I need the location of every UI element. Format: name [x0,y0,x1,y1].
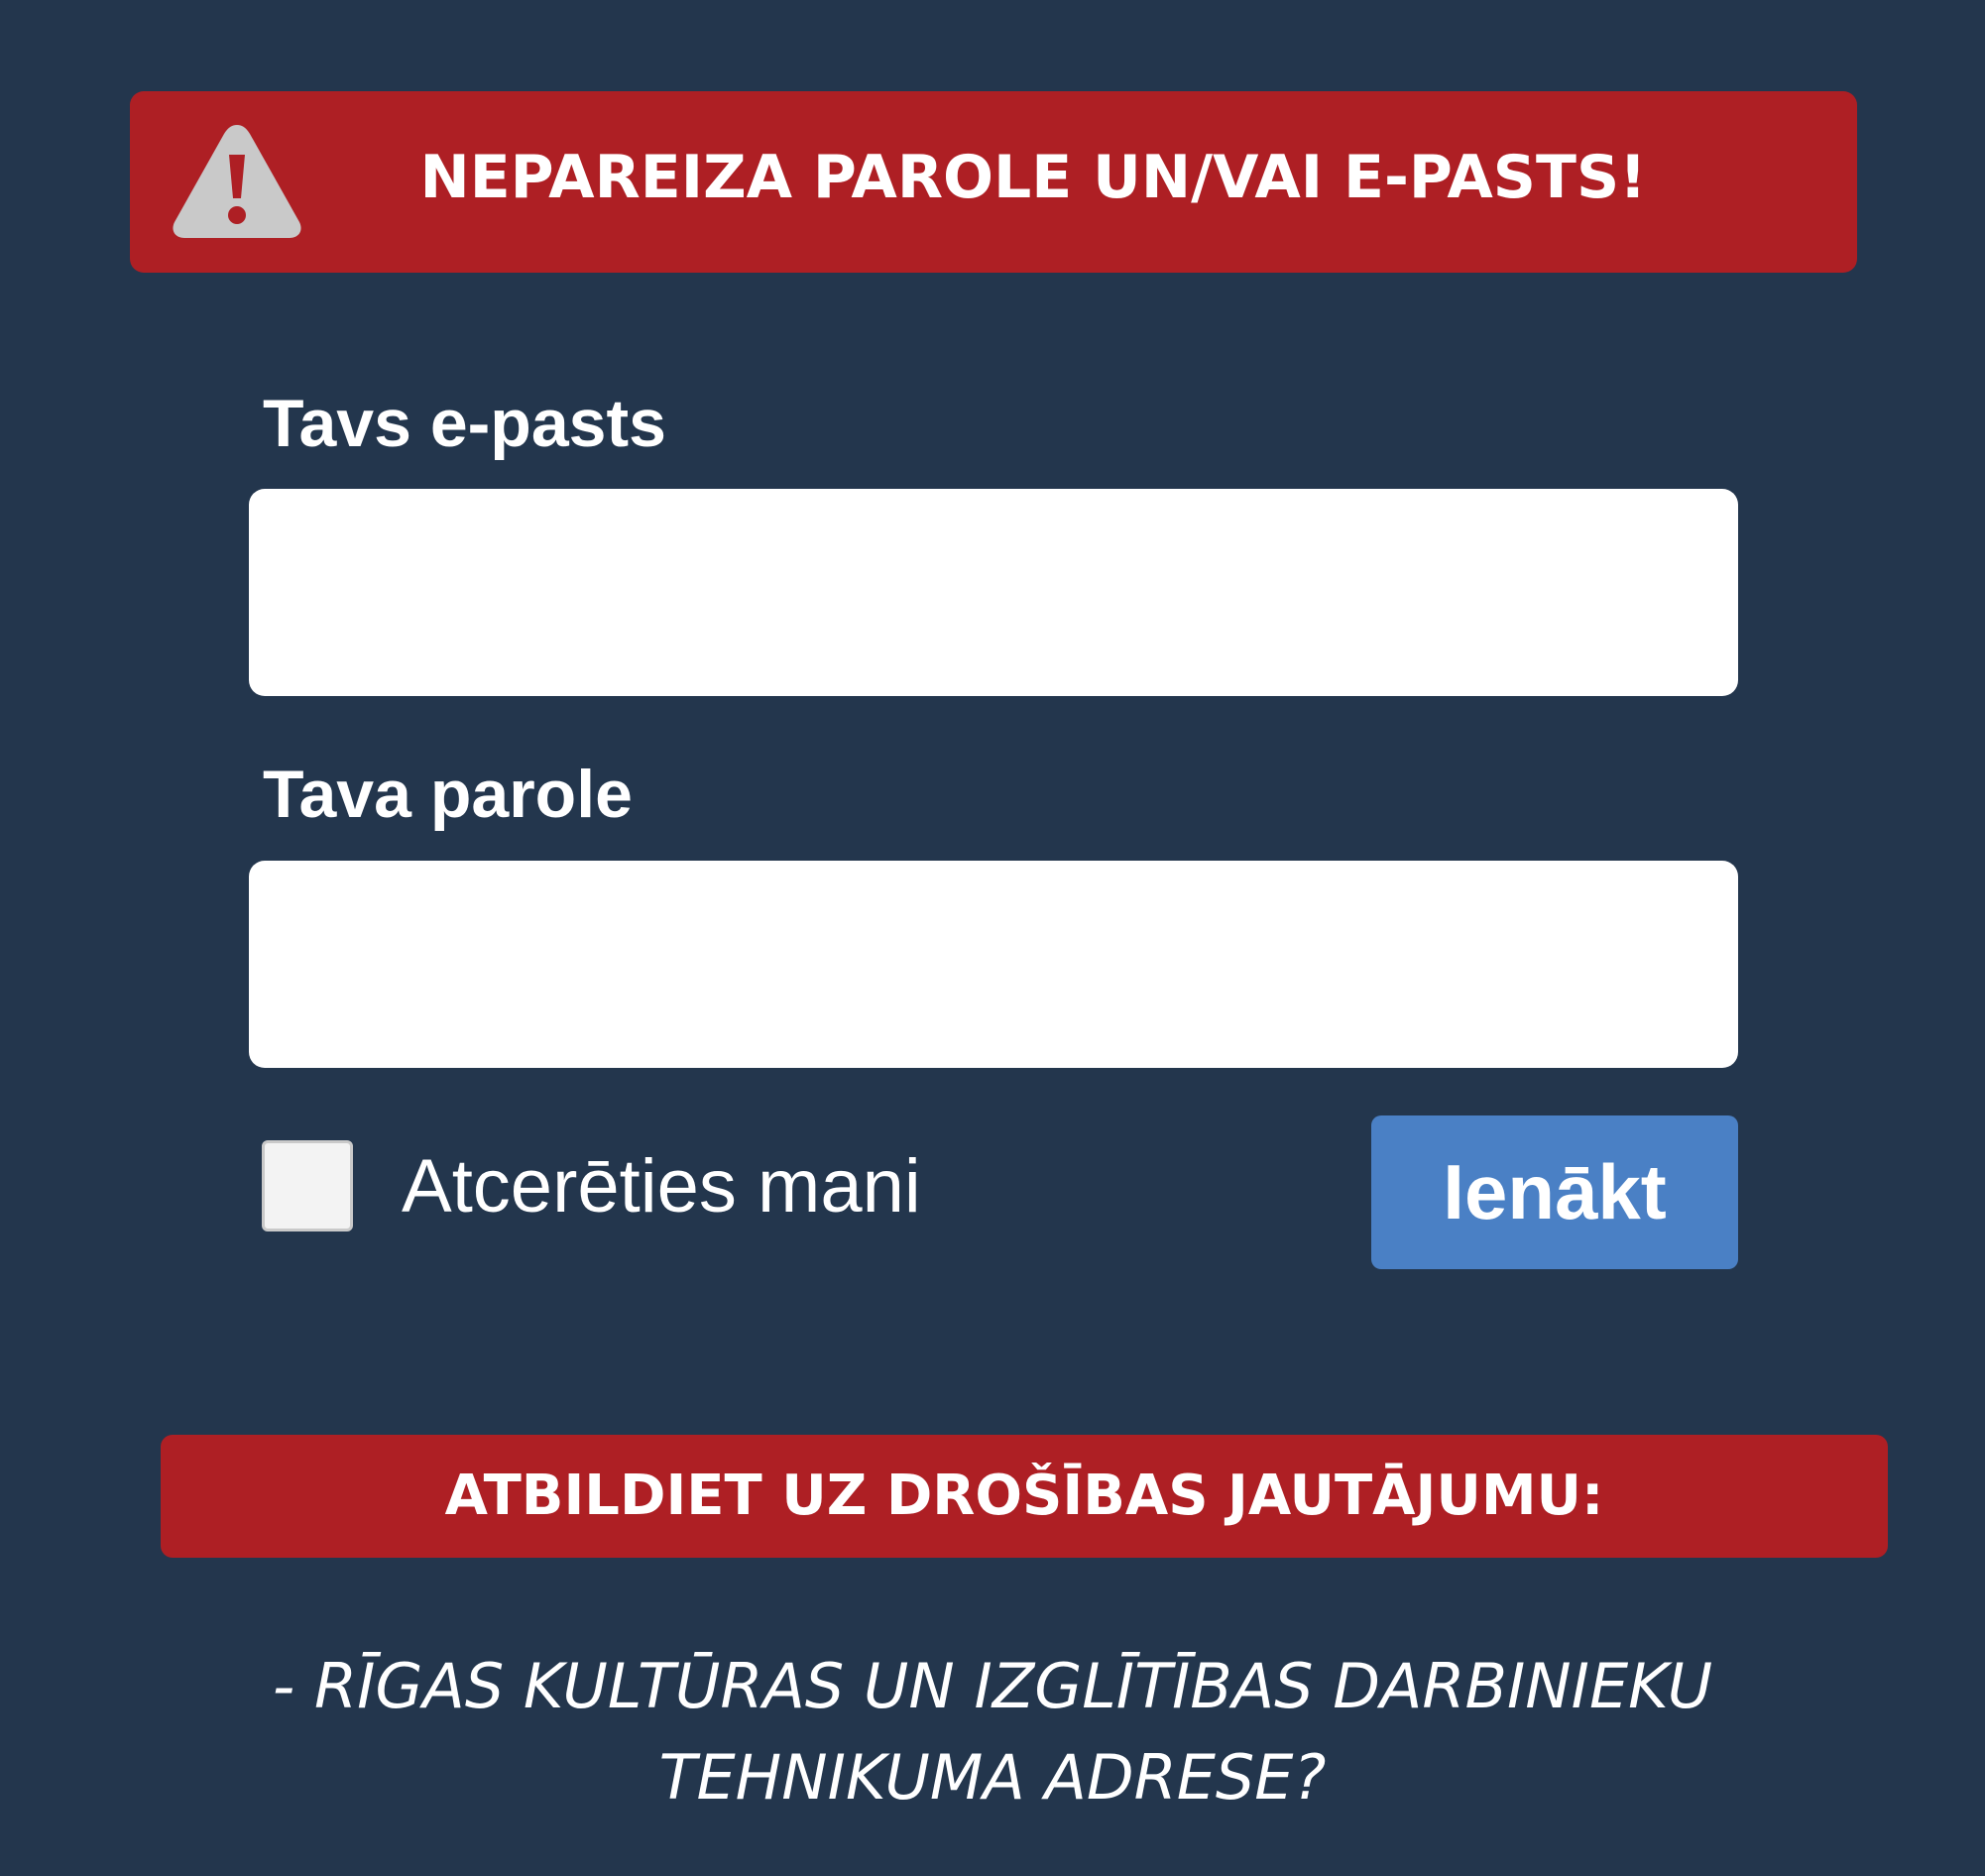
password-label: Tava parole [263,757,633,832]
login-button[interactable]: Ienākt [1371,1115,1738,1269]
security-question: - RĪGAS KULTŪRAS UN IZGLĪTĪBAS DARBINIEK… [0,1641,1985,1823]
error-message: NEPAREIZA PAROLE UN/VAI E-PASTS! [419,143,1647,212]
security-question-banner: ATBILDIET UZ DROŠĪBAS JAUTĀJUMU: [161,1435,1888,1558]
remember-me-checkbox[interactable] [262,1140,353,1231]
password-input[interactable] [249,861,1738,1068]
security-question-line-2: TEHNIKUMA ADRESE? [658,1741,1327,1814]
error-banner: NEPAREIZA PAROLE UN/VAI E-PASTS! [130,91,1857,273]
remember-me-label: Atcerēties mani [402,1144,921,1229]
security-question-line-1: - RĪGAS KULTŪRAS UN IZGLĪTĪBAS DARBINIEK… [272,1650,1713,1722]
email-label: Tavs e-pasts [263,386,666,461]
email-input[interactable] [249,489,1738,696]
